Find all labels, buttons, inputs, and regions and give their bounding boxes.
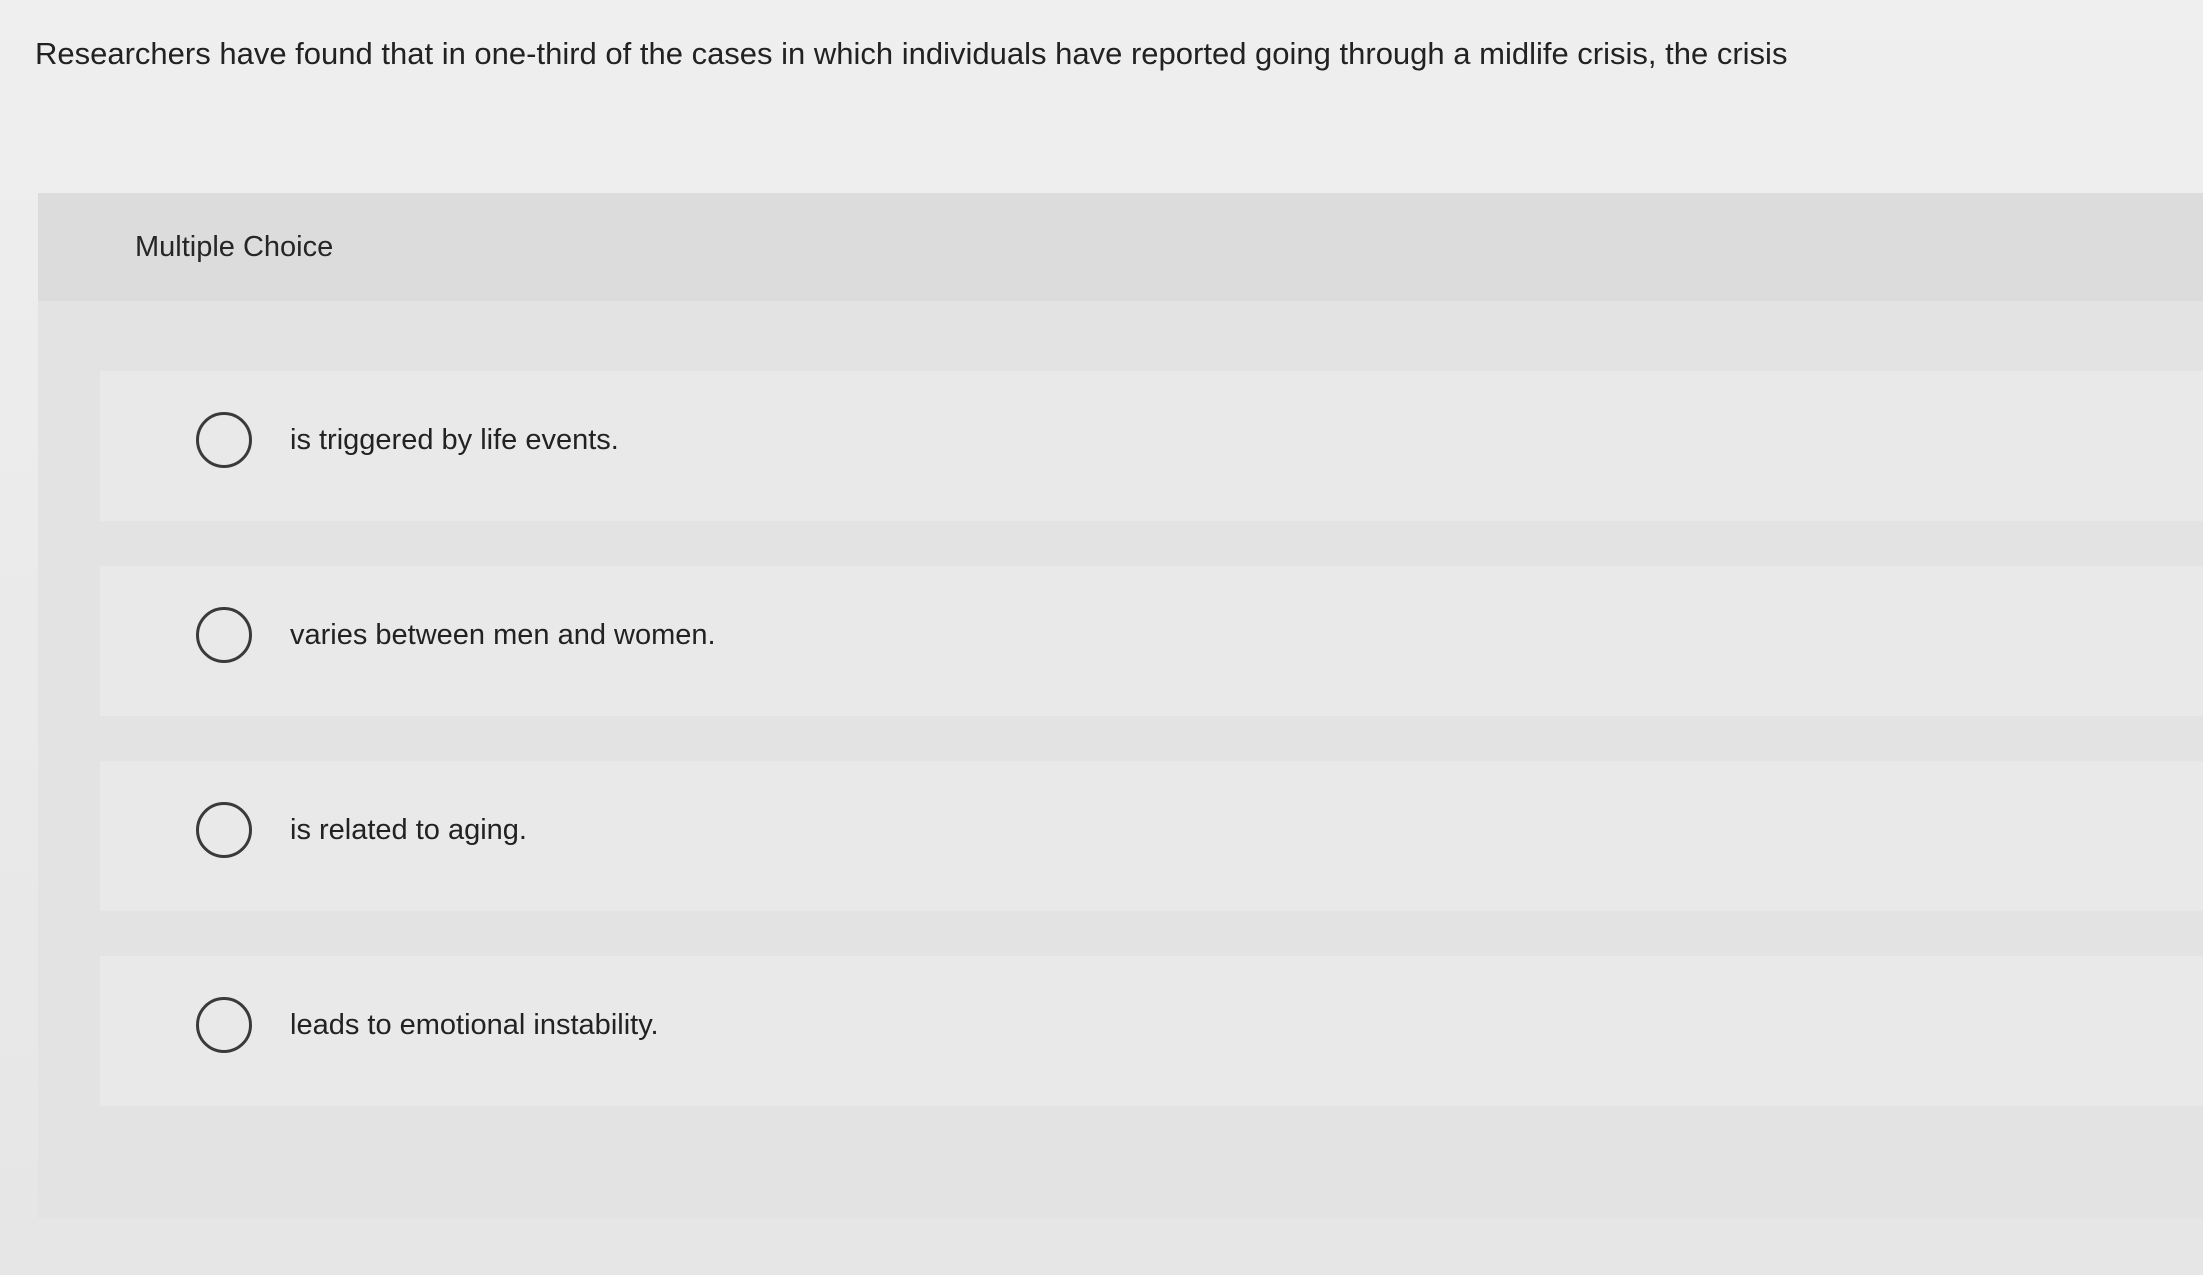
multiple-choice-label: Multiple Choice — [135, 231, 334, 263]
answer-option-label: is triggered by life events. — [290, 424, 619, 456]
answer-option-2[interactable]: varies between men and women. — [100, 566, 2203, 716]
radio-unselected-icon[interactable] — [196, 997, 252, 1053]
answer-option-label: leads to emotional instability. — [290, 1009, 659, 1041]
multiple-choice-panel: Multiple Choice is triggered by life eve… — [38, 193, 2203, 1218]
multiple-choice-header: Multiple Choice — [38, 193, 2203, 301]
answer-option-label: is related to aging. — [290, 814, 527, 846]
answer-option-3[interactable]: is related to aging. — [100, 761, 2203, 911]
question-text: Researchers have found that in one-third… — [35, 36, 1788, 71]
radio-unselected-icon[interactable] — [196, 802, 252, 858]
radio-unselected-icon[interactable] — [196, 607, 252, 663]
answer-options: is triggered by life events. varies betw… — [100, 371, 2203, 1151]
answer-option-label: varies between men and women. — [290, 619, 716, 651]
answer-option-4[interactable]: leads to emotional instability. — [100, 956, 2203, 1106]
answer-option-1[interactable]: is triggered by life events. — [100, 371, 2203, 521]
radio-unselected-icon[interactable] — [196, 412, 252, 468]
